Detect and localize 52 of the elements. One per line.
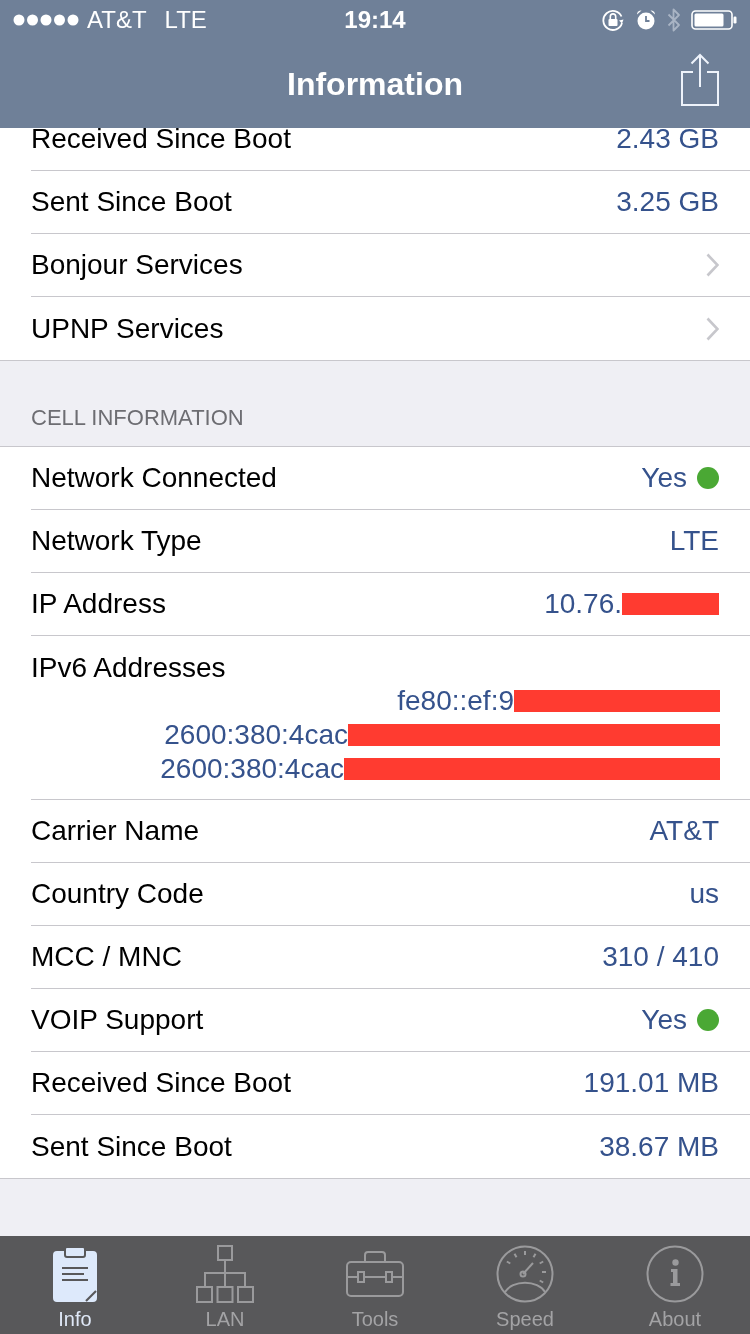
row-value: Yes xyxy=(641,461,687,495)
chevron-icon xyxy=(706,316,719,341)
clipboard-icon xyxy=(53,1246,97,1302)
row-value: us xyxy=(689,877,719,911)
disclosure-row[interactable]: UPNP Services xyxy=(31,297,750,360)
row-value: 3.25 GB xyxy=(616,185,719,219)
row-value: 38.67 MB xyxy=(599,1129,719,1164)
bluetooth-icon xyxy=(667,7,681,33)
status-time: 19:14 xyxy=(344,5,406,35)
share-button[interactable] xyxy=(680,53,720,107)
nav-title: Information xyxy=(287,65,463,104)
ipv6-address: 2600:380:4cac xyxy=(160,754,344,784)
row-label: Network Connected xyxy=(31,461,277,495)
section-header: CELL INFORMATION xyxy=(31,405,244,431)
row-value: LTE xyxy=(669,524,719,558)
network-type: LTE xyxy=(164,5,207,35)
row-label: VOIP Support xyxy=(31,1003,204,1037)
row-label: IP Address xyxy=(31,587,166,621)
tab-item[interactable]: About xyxy=(600,1236,750,1334)
share-icon xyxy=(680,53,720,107)
tab-item[interactable]: Speed xyxy=(450,1236,600,1334)
row-label: Sent Since Boot xyxy=(31,185,232,219)
orientation-lock-icon xyxy=(601,8,625,32)
signal-icon xyxy=(13,14,79,26)
speedometer-icon xyxy=(496,1245,554,1303)
row-value: 310 / 410 xyxy=(602,940,719,974)
info-icon xyxy=(646,1245,704,1303)
row-value: 2.43 GB xyxy=(616,128,719,156)
row-label: Carrier Name xyxy=(31,814,200,848)
row-label: Country Code xyxy=(31,877,204,911)
row-label: Received Since Boot xyxy=(31,128,291,156)
row-label: IPv6 Addresses xyxy=(31,652,226,683)
tab-item[interactable]: Tools xyxy=(300,1236,450,1334)
toolbox-icon xyxy=(346,1251,404,1297)
ipv6-address: 2600:380:4cac xyxy=(164,720,348,750)
row-label: Received Since Boot xyxy=(31,1066,291,1100)
tab-item[interactable]: Info xyxy=(0,1236,150,1334)
row-value: Yes xyxy=(641,1003,687,1037)
ipv6-address: fe80::ef:9 xyxy=(397,686,514,716)
alarm-icon xyxy=(635,9,657,31)
disclosure-row[interactable]: Bonjour Services xyxy=(31,234,750,297)
network-tree-icon xyxy=(196,1245,254,1303)
row-value: 10.76. xyxy=(544,587,622,621)
row-label: MCC / MNC xyxy=(31,940,182,974)
tab-item[interactable]: LAN xyxy=(150,1236,300,1334)
row-value: AT&T xyxy=(649,814,719,848)
carrier-name: AT&T xyxy=(87,5,147,35)
battery-icon xyxy=(691,10,737,30)
row-value: 191.01 MB xyxy=(583,1066,719,1100)
row-label: Network Type xyxy=(31,524,202,558)
chevron-icon xyxy=(706,253,719,277)
row-label: Sent Since Boot xyxy=(31,1129,232,1164)
